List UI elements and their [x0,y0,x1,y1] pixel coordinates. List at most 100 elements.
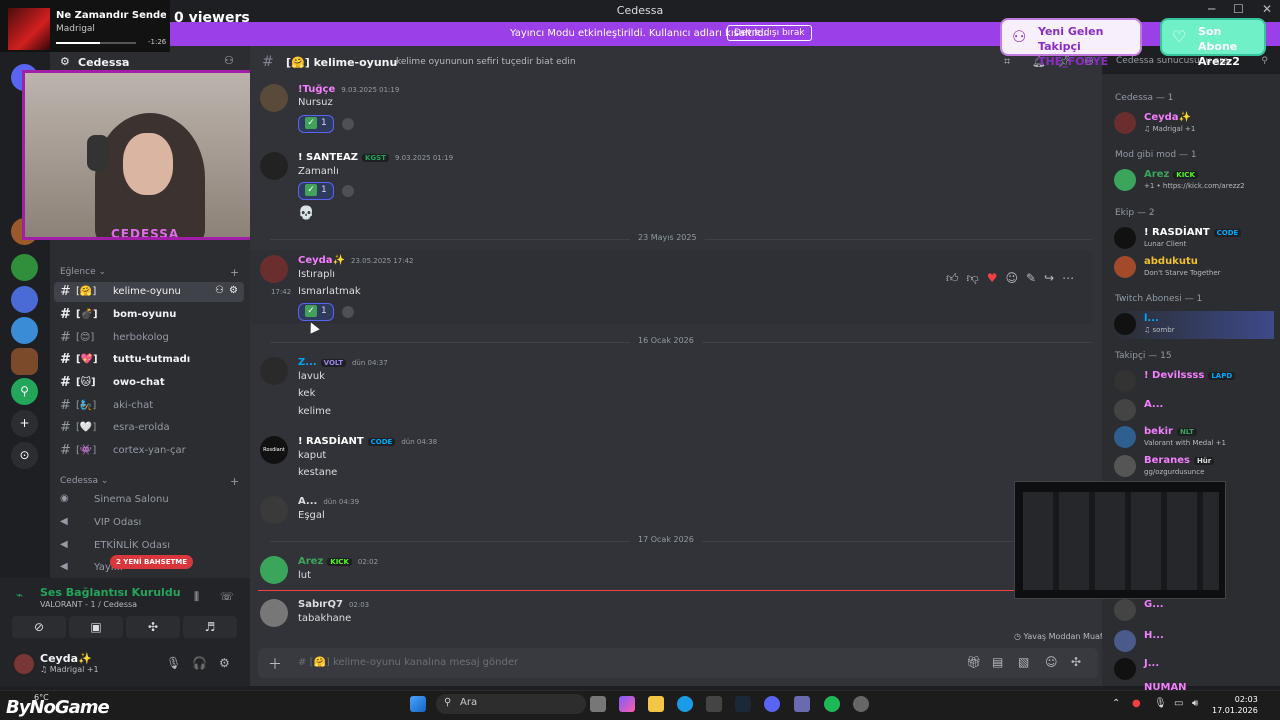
emoji-icon[interactable]: ☺ [1045,655,1058,669]
minimize-icon[interactable]: ─ [1208,2,1215,16]
new-mentions-pill[interactable]: 2 YENİ BAHSETME [110,555,194,569]
thumbs-down-icon[interactable]: 👎︎ [967,271,979,286]
reply-icon[interactable]: ↪ [1044,271,1054,285]
message-author[interactable]: !Tuğçe 9.03.2025 01:19 [298,84,399,95]
invite-icon[interactable]: ⚇ [224,54,234,67]
steam-icon[interactable] [735,696,751,712]
disconnect-icon[interactable]: ☏ [220,590,234,603]
noise-icon[interactable]: ⫼ [194,590,199,604]
add-reaction-icon[interactable]: ☺ [1006,271,1019,285]
spotify-icon[interactable] [824,696,840,712]
add-reaction-icon[interactable] [342,185,354,197]
channel-kelime-oyunu[interactable]: # [🤗] kelime-oyunu ⚇ ⚙ [54,282,244,302]
edge-icon[interactable] [677,696,693,712]
chevron-down-icon[interactable]: ⌄ [120,55,128,65]
chevron-up-icon[interactable]: ⌃ [1112,698,1120,709]
voice-channel-etkinlik[interactable]: ◀ ETKİNLİK Odası [54,536,244,556]
message[interactable]: Ceyda✨ 23.05.2025 17:42 Istıraplı 17:42 I… [258,255,1092,321]
channel-esra-erolda[interactable]: # [🤍] esra-erolda [54,418,244,438]
maximize-icon[interactable]: ☐ [1233,2,1244,16]
speaker-icon[interactable]: 🔊︎ [1192,698,1198,709]
message-author[interactable]: Z... VOLT dün 04:37 [298,357,388,368]
taskbar-search[interactable]: ⚲ Ara [436,694,586,714]
server-icon[interactable] [11,317,38,344]
message-composer[interactable]: ＋ # [🤗] kelime-oyunu kanalına mesaj gönd… [258,648,1098,678]
task-view-icon[interactable] [590,696,606,712]
message-author[interactable]: Arez KICK 02:02 [298,556,378,567]
camera-off-button[interactable]: ⊘ [12,616,66,638]
message-author[interactable]: Ceyda✨ 23.05.2025 17:42 [298,255,413,266]
member-item[interactable]: G... [1114,597,1274,625]
voice-status[interactable]: Ses Bağlantısı Kuruldu [40,586,181,599]
close-icon[interactable]: ✕ [1262,2,1272,16]
add-reaction-icon[interactable] [342,306,354,318]
channel-bom-oyunu[interactable]: # [💣] bom-oyunu [54,305,244,325]
member-item[interactable]: NUMAN [1114,680,1274,690]
member-item[interactable]: Beranes Hür gg/ozgurdusunce [1114,453,1274,481]
discord-icon[interactable] [764,696,780,712]
channel-herbokolog[interactable]: # [😊] herbokolog [54,328,244,348]
disable-streamer-mode-button[interactable]: Devre dışı bırak [727,25,812,41]
headphones-icon[interactable]: 🎧 [192,656,207,670]
obs-icon[interactable] [853,696,869,712]
category-eglence[interactable]: Eğlence ⌄ [60,267,106,277]
server-icon[interactable] [11,286,38,313]
avatar[interactable] [260,599,288,627]
channel-cortex-yan-car[interactable]: # [👾] cortex-yan-çar [54,441,244,461]
message-author[interactable]: ! SANTEAZ KGST 9.03.2025 01:19 [298,152,453,163]
download-icon[interactable]: ⊙ [11,442,38,469]
avatar[interactable] [260,556,288,584]
plus-icon[interactable]: ＋ [268,654,282,674]
channel-topic[interactable]: kelime oyununun sefiri tuçedir biat edin [396,57,576,67]
screen-share-button[interactable]: ▣ [69,616,123,638]
voice-channel-vip[interactable]: ◀ VIP Odası [54,513,244,533]
avatar[interactable] [14,654,34,674]
apps-icon[interactable]: ✣ [1071,655,1081,669]
activities-button[interactable]: ✣ [126,616,180,638]
channel-owo-chat[interactable]: # [🐱] owo-chat [54,373,244,393]
folder-icon[interactable] [648,696,664,712]
message[interactable]: ! SANTEAZ KGST 9.03.2025 01:19 Zamanlı ✓ 1 … [258,152,1092,227]
member-item[interactable]: l... ♫ sombr [1114,311,1274,339]
avatar[interactable] [260,255,288,283]
gif-icon[interactable]: ▤ [992,655,1003,669]
avatar[interactable] [260,357,288,385]
add-server-icon[interactable]: + [11,410,38,437]
clock[interactable]: 02:03 17.01.2026 [1212,694,1258,716]
message[interactable]: Z... VOLT dün 04:37 lavuk kek kelime [258,357,1092,421]
add-channel-icon[interactable]: + [230,475,239,488]
weather[interactable]: 6°C [34,693,49,702]
member-item[interactable]: abdukutu Don't Starve Together [1114,254,1274,282]
voice-channel-sinema[interactable]: ◉ Sinema Salonu [54,490,244,510]
windows-start-icon[interactable] [410,696,426,712]
message-author[interactable]: A... dün 04:39 [298,496,359,507]
message-author[interactable]: ! RASDİANT CODE dün 04:38 [298,436,437,447]
discover-icon[interactable]: ⚲ [11,378,38,405]
reaction-check[interactable]: ✓ 1 [298,303,334,321]
microphone-icon[interactable]: 🎙︎ [1154,698,1167,709]
avatar[interactable] [260,496,288,524]
server-icon[interactable] [11,348,38,375]
soundboard-button[interactable]: ♬ [183,616,237,638]
gear-icon[interactable]: ⚙ [219,656,230,670]
heart-icon[interactable]: ♥ [987,271,998,285]
add-channel-icon[interactable]: + [230,266,239,279]
sticker-icon[interactable]: ▧ [1018,655,1029,669]
member-item[interactable]: Ceyda✨ ♫ Madrigal +1 [1114,110,1274,138]
thumbs-up-icon[interactable]: 👍︎ [946,271,959,286]
gift-icon[interactable]: 🎁︎ [966,655,981,669]
app-icon[interactable] [794,696,810,712]
avatar[interactable]: Rosdiant [260,436,288,464]
channel-tuttu-tutmadi[interactable]: # [💖] tuttu-tutmadı [54,350,244,370]
store-icon[interactable] [706,696,722,712]
message[interactable]: Rosdiant ! RASDİANT CODE dün 04:38 kaput k… [258,436,1092,480]
message[interactable]: SabırQ7 02:03 tabakhane [258,599,1092,629]
category-cedessa[interactable]: Cedessa ⌄ [60,476,108,486]
gear-icon[interactable]: ⚙ [229,285,238,296]
more-icon[interactable]: ⋯ [1062,271,1074,285]
message-author[interactable]: SabırQ7 02:03 [298,599,369,610]
reaction-check[interactable]: ✓ 1 [298,115,334,133]
invite-icon[interactable]: ⚇ [215,285,224,296]
member-item[interactable]: bekir NLT Valorant with Medal +1 [1114,424,1274,452]
avatar[interactable] [260,152,288,180]
